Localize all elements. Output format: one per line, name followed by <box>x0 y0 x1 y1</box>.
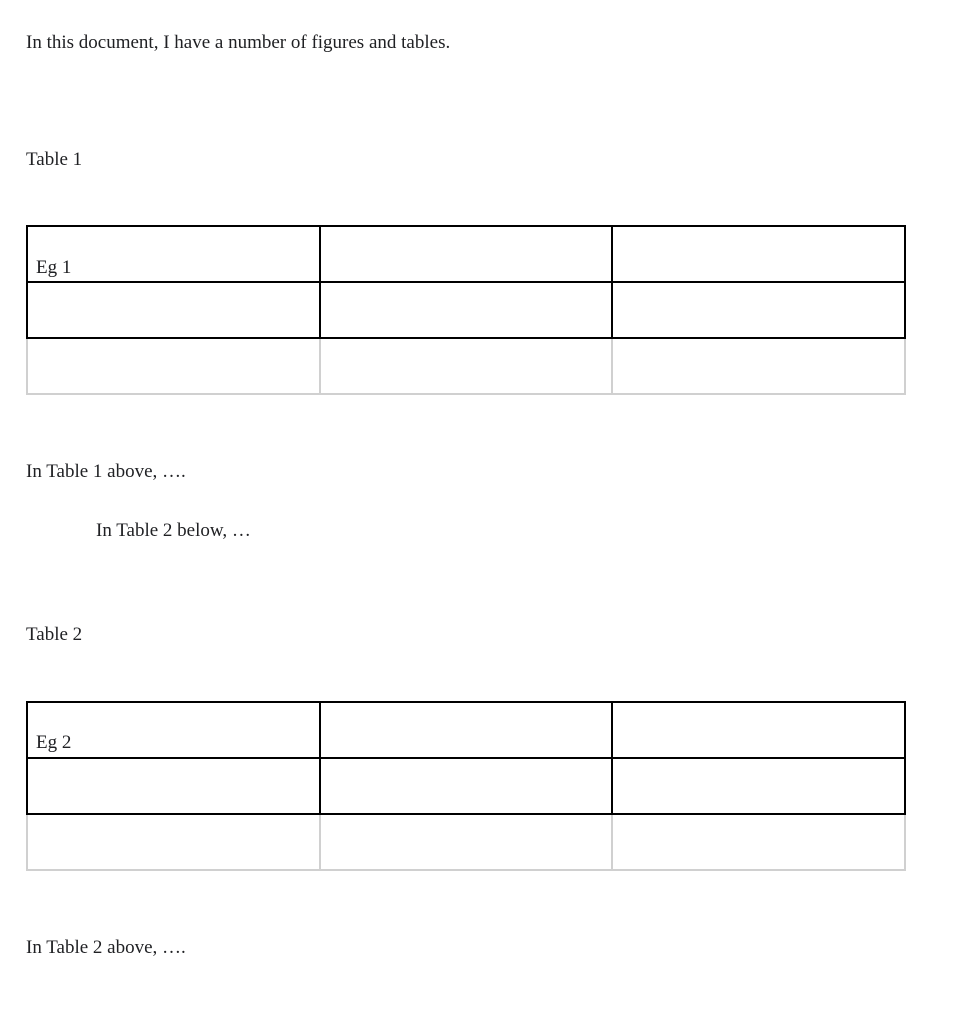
intro-paragraph: In this document, I have a number of fig… <box>26 30 931 57</box>
table-cell <box>320 758 613 814</box>
table-2: Eg 2 <box>26 701 906 871</box>
table-row: Eg 2 <box>27 702 905 758</box>
table-2-caption: Table 2 <box>26 622 931 649</box>
table-cell <box>27 282 320 338</box>
table-cell <box>612 338 905 394</box>
table-row <box>27 758 905 814</box>
table-cell: Eg 2 <box>27 702 320 758</box>
table-cell <box>27 338 320 394</box>
table-cell <box>612 758 905 814</box>
table-cell <box>27 758 320 814</box>
table-cell <box>612 702 905 758</box>
table-row <box>27 338 905 394</box>
table-cell <box>612 226 905 282</box>
table-cell <box>612 282 905 338</box>
paragraph-table2-above: In Table 2 above, …. <box>26 935 931 962</box>
table-row <box>27 814 905 870</box>
table-cell <box>612 814 905 870</box>
table-cell <box>320 338 613 394</box>
table-cell <box>320 282 613 338</box>
table-row <box>27 282 905 338</box>
table-cell: Eg 1 <box>27 226 320 282</box>
table-cell <box>320 814 613 870</box>
paragraph-table2-below: In Table 2 below, … <box>96 518 931 545</box>
table-cell <box>27 814 320 870</box>
table-cell <box>320 702 613 758</box>
table-1-caption: Table 1 <box>26 147 931 174</box>
table-cell <box>320 226 613 282</box>
table-row: Eg 1 <box>27 226 905 282</box>
paragraph-table1-above: In Table 1 above, …. <box>26 459 931 486</box>
table-1: Eg 1 <box>26 225 906 395</box>
